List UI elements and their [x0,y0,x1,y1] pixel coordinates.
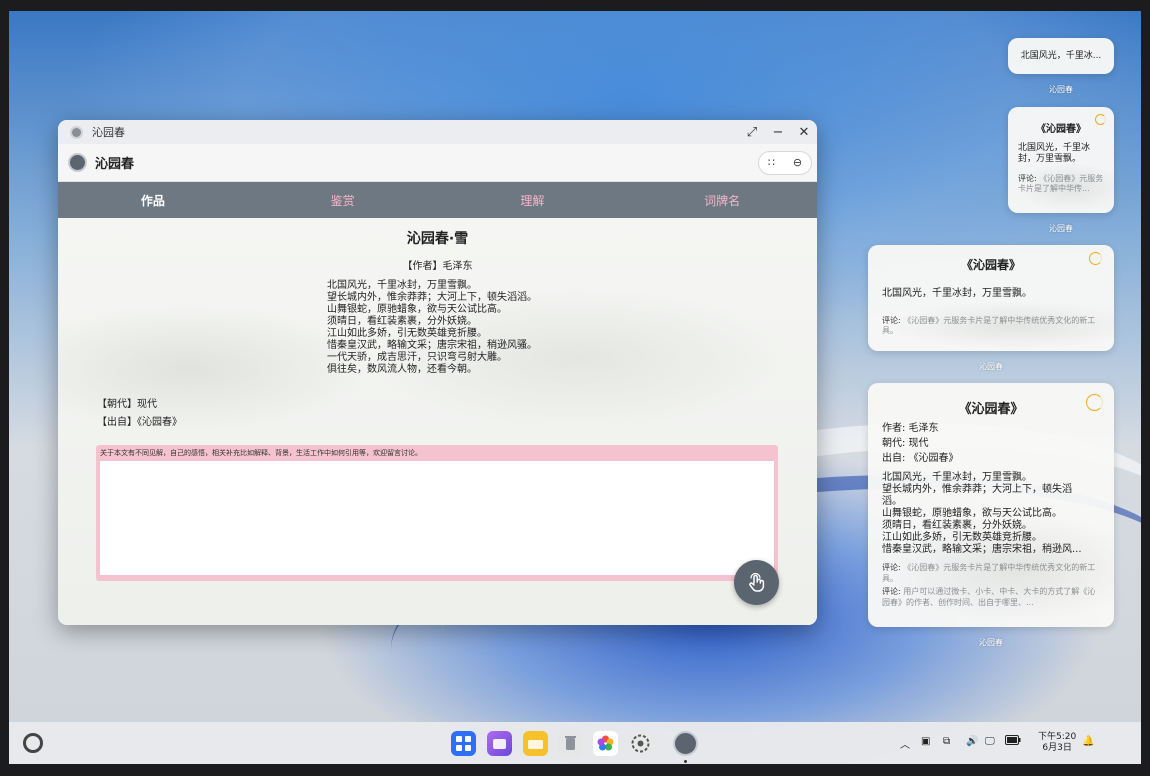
comment-input[interactable] [100,461,774,575]
poem-content: 沁园春·雪 【作者】毛泽东 北国风光，千里冰封，万里雪飘。 望长城内外，惟余莽莽… [58,218,817,625]
poem-title: 沁园春·雪 [406,231,469,247]
comment-panel: 关于本文有不同见解，自己的感悟，相关补充比如解释、背景，生活工作中如何引用等，欢… [96,445,778,581]
display-icon[interactable]: 🖵 [985,736,995,747]
widget-small-label: 沁园春 [1049,224,1073,233]
comment-prefix: 评论: [882,316,901,325]
poem-line: 须晴日，看红装素裹，分外妖娆。 [882,520,1032,531]
tab-bar: 作品 鉴赏 理解 词牌名 [58,182,817,218]
app-icon [70,125,83,139]
widget-medium-title: 《沁园春》 [960,258,1021,272]
widget-small-title: 《沁园春》 [1036,124,1086,135]
widget-micro-text: 北国风光，千里冰... [1020,51,1102,61]
exit-circle-icon[interactable]: ⊖ [793,156,802,169]
gesture-button[interactable] [734,560,779,605]
restore-icon[interactable]: ⤢ [739,125,765,140]
comment-text: 用户可以通过微卡、小卡、中卡、大卡的方式了解《沁园春》的作者、创作时间、出自于哪… [882,587,1096,607]
running-indicator [684,760,687,763]
volume-icon[interactable]: 🔊 [966,736,978,747]
chevron-up-icon[interactable]: ︿ [900,736,910,751]
app-header: 沁园春 ∷ ⊖ [58,144,817,182]
widget-small-text: 北国风光，千里冰封，万里雪飘。 [1018,143,1091,164]
poem-dynasty: 【朝代】现代 [97,399,157,410]
poem-line: 滔。 [882,496,902,507]
comment-prefix: 评论: [1018,174,1037,183]
comment-prefix: 评论: [882,587,901,596]
close-icon[interactable]: ✕ [791,125,817,140]
tab-works[interactable]: 作品 [58,192,248,209]
widget-micro-label: 沁园春 [1049,85,1073,94]
desktop: 沁园春 ⤢ − ✕ 沁园春 ∷ ⊖ 作品 鉴赏 理解 词牌名 沁园春·雪 【作者… [9,11,1141,764]
app-logo-icon [68,153,87,172]
poem-line: 江山如此多娇，引无数英雄竞折腰。 [327,328,487,339]
clock[interactable]: 下午5:20 6月3日 [1038,732,1076,754]
poem-line: 望长城内外，惟余莽莽；大河上下，顿失滔滔。 [327,292,537,303]
poem-line: 惜秦皇汉武，略输文采；唐宗宋祖，稍逊风... [882,544,1082,555]
poem-line: 一代天骄，成吉思汗，只识弯弓射大雕。 [327,352,507,363]
poem-line: 山舞银蛇，原驰蜡象，欲与天公试比高。 [327,304,507,315]
more-dots-icon[interactable]: ∷ [768,156,775,169]
poem-body: 北国风光，千里冰封，万里雪飘。 望长城内外，惟余莽莽；大河上下，顿失滔滔。 山舞… [327,280,537,376]
trash-icon[interactable] [558,731,583,756]
poem-line: 北国风光，千里冰封，万里雪飘。 [327,280,477,291]
widget-medium-label: 沁园春 [979,362,1003,371]
multitask-icon[interactable] [487,731,512,756]
window-titlebar[interactable]: 沁园春 ⤢ − ✕ [58,120,817,144]
poem-line: 俱往矣，数风流人物，还看今朝。 [327,364,477,375]
poem-line: 江山如此多娇，引无数英雄竞折腰。 [882,532,1042,543]
qinyuanchun-app-icon[interactable] [673,731,698,756]
notification-bell-icon[interactable]: 🔔 [1082,736,1094,747]
app-center-icon[interactable] [451,731,476,756]
hand-touch-icon [748,572,764,592]
battery-icon[interactable] [1005,735,1021,748]
widget-small[interactable]: 《沁园春》 北国风光，千里冰封，万里雪飘。 评论: 《沁园春》元服务卡片是了解中… [1008,107,1114,213]
widget-large-source: 出自: 《沁园春》 [882,453,959,464]
comment-hint: 关于本文有不同见解，自己的感悟，相关补充比如解释、背景，生活工作中如何引用等，欢… [100,449,422,457]
widget-small-comment: 评论: 《沁园春》元服务卡片是了解中华传... [1008,165,1114,194]
poem-line: 北国风光，千里冰封，万里雪飘。 [882,472,1032,483]
widget-large[interactable]: 《沁园春》 作者: 毛泽东 朝代: 现代 出自: 《沁园春》 北国风光，千里冰封… [868,383,1114,627]
poem-line: 惜秦皇汉武，略输文采；唐宗宋祖，稍逊风骚。 [327,340,537,351]
widget-large-meta: 作者: 毛泽东 朝代: 现代 出自: 《沁园春》 [868,417,1114,466]
comment-text: 《沁园春》元服务卡片是了解中华传统优秀文化的新工具。 [882,316,1096,335]
poem-line: 须晴日，看红装素裹，分外妖娆。 [327,316,477,327]
widget-large-dynasty: 朝代: 现代 [882,438,929,449]
tab-appreciation[interactable]: 鉴赏 [248,192,438,209]
tab-cipai[interactable]: 词牌名 [627,192,817,209]
widget-large-author: 作者: 毛泽东 [882,423,939,434]
poem-author: 【作者】毛泽东 [402,261,473,272]
start-icon[interactable] [23,733,43,753]
widget-large-label: 沁园春 [979,638,1003,647]
widget-large-comment-2: 评论: 用户可以通过微卡、小卡、中卡、大卡的方式了解《沁园春》的作者、创作时间、… [868,584,1114,608]
settings-gear-icon[interactable] [628,731,653,756]
minimize-icon[interactable]: − [765,125,791,140]
screenshot-icon[interactable]: ⧉ [943,736,950,747]
comment-text: 《沁园春》元服务卡片是了解中华传统优秀文化的新工具。 [882,563,1096,583]
file-manager-icon[interactable] [523,731,548,756]
capsule-menu: ∷ ⊖ [758,150,812,175]
widget-large-comment-1: 评论: 《沁园春》元服务卡片是了解中华传统优秀文化的新工具。 [868,556,1114,584]
widget-large-title: 《沁园春》 [958,402,1024,417]
widget-large-poem: 北国风光，千里冰封，万里雪飘。 望长城内外，惟余莽莽；大河上下，顿失滔 滔。 山… [868,466,1114,556]
widget-medium-comment: 评论: 《沁园春》元服务卡片是了解中华传统优秀文化的新工具。 [868,299,1114,336]
clock-date: 6月3日 [1042,743,1072,753]
widget-micro[interactable]: 北国风光，千里冰... [1008,38,1114,74]
poem-source: 【出自】《沁园春》 [97,417,182,428]
clock-time: 下午5:20 [1038,732,1077,742]
input-method-icon[interactable]: ▣ [921,736,930,747]
app-name: 沁园春 [95,157,135,172]
gallery-icon[interactable] [593,731,618,756]
comment-prefix: 评论: [882,563,901,572]
window-title: 沁园春 [92,126,125,139]
taskbar: ︿ ▣ ⧉ 🔊 🖵 下午5:20 6月3日 🔔 [9,722,1141,764]
poem-line: 望长城内外，惟余莽莽；大河上下，顿失滔 [882,484,1072,495]
app-window: 沁园春 ⤢ − ✕ 沁园春 ∷ ⊖ 作品 鉴赏 理解 词牌名 沁园春·雪 【作者… [58,120,817,625]
widget-medium-text: 北国风光，千里冰封，万里雪飘。 [882,288,1032,299]
tab-understanding[interactable]: 理解 [438,192,628,209]
widget-medium[interactable]: 《沁园春》 北国风光，千里冰封，万里雪飘。 评论: 《沁园春》元服务卡片是了解中… [868,245,1114,351]
poem-line: 山舞银蛇，原驰蜡象，欲与天公试比高。 [882,508,1062,519]
